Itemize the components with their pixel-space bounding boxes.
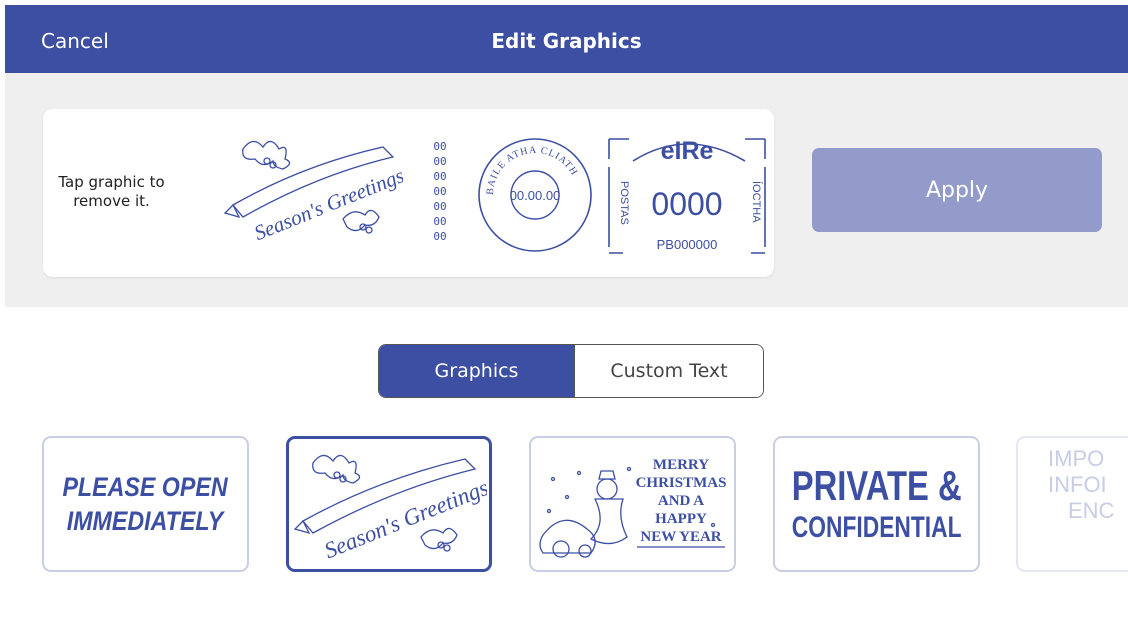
postmark-date: 00.00.00 [510,188,561,203]
tile-line: PLEASE OPEN [62,472,229,502]
meter-serial: PB000000 [657,237,718,252]
page-title: Edit Graphics [491,29,642,53]
graphic-tile-please-open[interactable]: PLEASE OPEN IMMEDIATELY [42,436,249,572]
tile-line: CONFIDENTIAL [791,511,962,544]
merry-christmas-graphic: MERRY CHRISTMAS AND A HAPPY NEW YEAR [538,457,726,558]
graphics-text-toggle: Graphics Custom Text [378,344,764,398]
tile-graphic-text: Season's Greetings [321,475,487,564]
seasons-greetings-graphic: Season's Greetings [293,454,487,564]
digit-row: 00 [433,170,447,183]
digit-row: 00 [433,140,447,153]
meter-right-label: ÍOCTHA [750,181,763,223]
tile-line: IMPO [1048,446,1105,471]
meter-amount: 0000 [651,186,722,222]
tap-hint-text: Tap graphic to remove it. [58,173,165,210]
stamp-preview-card: Tap graphic to remove it. Season's Greet… [43,109,774,277]
graphic-tile-private-confidential[interactable]: PRIVATE & CONFIDENTIAL [773,436,980,572]
digit-row: 00 [433,185,447,198]
graphic-tile-important-partial[interactable]: IMPO INFOI ENC [1016,436,1128,572]
postmark-circle: BAILE ATHA CLIATH 00.00.00 [478,138,592,252]
tile-line: ENC [1068,498,1115,523]
meter-frame: eIRe POSTAS ÍOCTHA 0000 PB000000 [608,137,766,254]
tile-line: MERRY [652,457,708,473]
header-bar: Cancel Edit Graphics [5,5,1128,73]
digit-row: 00 [433,155,447,168]
tile-text: PLEASE OPEN IMMEDIATELY [63,470,228,538]
tab-graphics[interactable]: Graphics [379,345,574,397]
digit-row: 00 [433,215,447,228]
tile-line: CHRISTMAS [635,475,726,491]
preview-panel: Tap graphic to remove it. Season's Greet… [5,73,1128,307]
tile-line: NEW YEAR [640,529,721,545]
tile-text: IMPO INFOI ENC [1048,446,1114,524]
preview-graphic-text: Season's Greetings [251,163,403,245]
tile-line: INFOI [1048,472,1107,497]
graphic-tile-seasons-greetings[interactable]: Season's Greetings [286,436,492,572]
digit-row: 00 [433,230,447,243]
graphic-tile-merry-christmas[interactable]: MERRY CHRISTMAS AND A HAPPY NEW YEAR [529,436,736,572]
apply-button[interactable]: Apply [812,148,1102,232]
tab-custom-text[interactable]: Custom Text [574,345,763,397]
meter-left-label: POSTAS [618,181,630,225]
counter-digits: 00 00 00 00 00 00 00 [429,139,451,244]
tile-line: HAPPY [655,511,707,527]
tile-line: IMMEDIATELY [67,506,224,536]
digit-row: 00 [433,200,447,213]
tile-text: PRIVATE & CONFIDENTIAL [775,462,978,546]
tile-line: AND A [657,493,703,509]
tile-line: PRIVATE & [791,462,962,509]
meter-country: eIRe [661,137,714,165]
preview-seasons-greetings-graphic[interactable]: Season's Greetings [223,131,403,249]
